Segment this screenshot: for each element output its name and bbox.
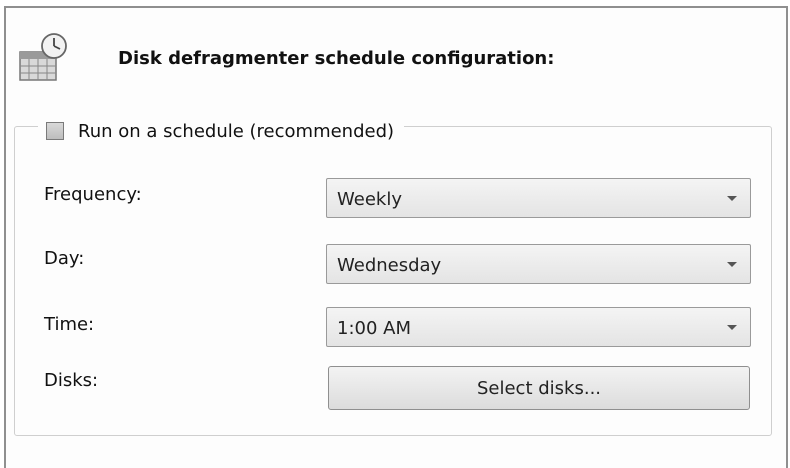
run-on-schedule-checkbox[interactable] [46, 122, 64, 140]
day-select[interactable]: Wednesday [326, 244, 751, 284]
time-value: 1:00 AM [337, 318, 411, 339]
disks-label: Disks: [44, 370, 99, 391]
chevron-down-icon [727, 262, 737, 267]
time-select[interactable]: 1:00 AM [326, 307, 751, 347]
select-disks-button[interactable]: Select disks... [328, 366, 750, 410]
schedule-toggle[interactable]: Run on a schedule (recommended) [38, 116, 405, 146]
frequency-select[interactable]: Weekly [326, 178, 751, 218]
time-label: Time: [44, 314, 95, 335]
page-title: Disk defragmenter schedule configuration… [118, 48, 555, 69]
frequency-label: Frequency: [44, 184, 142, 205]
chevron-down-icon [727, 196, 737, 201]
run-on-schedule-label: Run on a schedule (recommended) [78, 120, 395, 142]
frequency-value: Weekly [337, 189, 402, 210]
day-label: Day: [44, 248, 85, 269]
calendar-clock-icon [19, 33, 67, 81]
chevron-down-icon [727, 325, 737, 330]
day-value: Wednesday [337, 255, 442, 276]
